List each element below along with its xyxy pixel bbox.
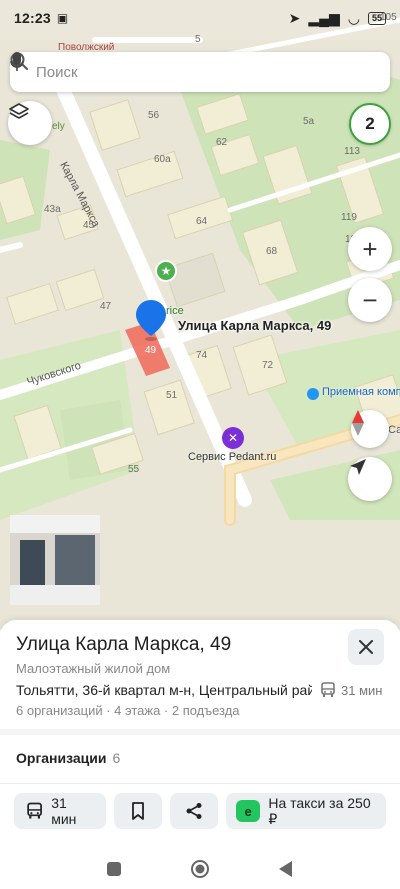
taxi-button-label: На такси за 250 ₽ (268, 794, 371, 827)
bus-icon (27, 802, 42, 819)
house-number: 119 (341, 212, 357, 223)
nav-back-icon[interactable] (278, 860, 294, 878)
poi-tools-icon[interactable]: ✕ (222, 427, 244, 449)
poi-star-icon[interactable]: ★ (155, 260, 177, 282)
taxi-icon: e (236, 800, 261, 822)
layers-button[interactable] (8, 101, 52, 145)
house-number: 62 (216, 137, 228, 148)
wifi-icon: ◡ (347, 9, 360, 26)
house-number: 5а (303, 116, 315, 127)
organizations-count: 6 (112, 750, 121, 766)
compass-icon (352, 410, 364, 436)
bookmark-button[interactable] (114, 793, 162, 829)
location-status-icon: ➤ (288, 9, 301, 26)
share-button[interactable] (170, 793, 218, 829)
building-photo[interactable] (10, 515, 394, 605)
transit-time: 31 мин (320, 682, 382, 698)
route-button[interactable]: 31 мин (14, 793, 106, 829)
section-divider (0, 783, 400, 784)
layers-icon (9, 103, 29, 119)
map-view[interactable]: Карла Маркса Чуковского Поволжский 5 56 … (0, 0, 400, 630)
organizations-row[interactable]: Организации 6 (16, 750, 120, 766)
place-type: Малоэтажный жилой дом (16, 661, 171, 676)
map-label-partial: ely (52, 121, 65, 132)
compass-button[interactable] (351, 410, 389, 448)
notification-icon: ▣ (56, 11, 69, 25)
place-address[interactable]: Тольятти, 36-й квартал м-н, Центральный … (16, 682, 312, 698)
bookmark-icon (132, 802, 144, 820)
house-number: 113 (344, 146, 360, 157)
action-bar: 31 мин e На такси за 250 ₽ (14, 793, 386, 829)
house-number: 74 (196, 350, 208, 361)
house-number: 51 (166, 390, 178, 401)
status-bar: 12:23 ▣ ➤ ▂▄▆ ◡ 55 (0, 0, 400, 36)
building-photo[interactable] (10, 515, 296, 605)
place-card[interactable]: Улица Карла Маркса, 49 Малоэтажный жилой… (0, 620, 400, 849)
signal-icon: ▂▄▆ (308, 9, 340, 26)
nav-recents-icon[interactable] (106, 861, 122, 877)
search-bar[interactable]: Поиск (10, 52, 390, 92)
poi-label-sanct: Санкт (388, 424, 400, 436)
organizations-label: Организации (16, 750, 107, 766)
zoom-in-button[interactable]: + (348, 227, 392, 271)
locate-icon (350, 459, 366, 475)
poi-label-reception: Приемная комп (322, 386, 400, 398)
house-number: 49 (145, 345, 157, 356)
zoom-out-button[interactable]: − (348, 278, 392, 322)
place-meta: 6 организаций · 4 этажа · 2 подъезда (16, 703, 240, 718)
status-time: 12:23 (14, 10, 51, 26)
poi-label-rice: rice (166, 305, 184, 317)
battery-icon: 55 (367, 11, 386, 25)
nav-home-icon[interactable] (190, 859, 210, 879)
house-number: 45 (83, 220, 95, 231)
zoom-in-icon: + (362, 234, 378, 264)
house-number: 55 (128, 464, 140, 475)
microphone-icon[interactable] (10, 52, 24, 72)
zoom-out-icon: − (362, 285, 378, 315)
house-number: 43а (44, 204, 61, 215)
house-number: 60а (154, 154, 171, 165)
location-pin-icon (136, 300, 166, 341)
share-icon (186, 803, 202, 819)
house-number: 68 (266, 246, 278, 257)
system-nav-bar (0, 849, 400, 889)
locate-me-button[interactable] (348, 457, 392, 501)
close-icon (359, 640, 373, 654)
cluster-count-badge[interactable]: 2 (349, 103, 391, 145)
building-photo[interactable] (10, 515, 198, 605)
pin-label: Улица Карла Маркса, 49 (178, 318, 332, 333)
house-number: 47 (100, 301, 112, 312)
place-title: Улица Карла Маркса, 49 (16, 634, 232, 655)
house-number: 64 (196, 216, 208, 227)
bus-icon (321, 682, 335, 697)
taxi-button[interactable]: e На такси за 250 ₽ (226, 793, 386, 829)
search-input[interactable]: Поиск (36, 64, 376, 81)
house-number: 72 (262, 360, 274, 371)
close-button[interactable] (348, 629, 384, 665)
photo-strip[interactable] (10, 515, 394, 605)
route-button-label: 31 мин (51, 795, 77, 827)
poi-reception-icon[interactable] (307, 388, 319, 400)
section-divider (0, 729, 400, 735)
poi-label-service: Сервис Pedant.ru (188, 451, 277, 463)
house-number: 56 (148, 110, 160, 121)
transit-time-label: 31 мин (341, 682, 383, 698)
